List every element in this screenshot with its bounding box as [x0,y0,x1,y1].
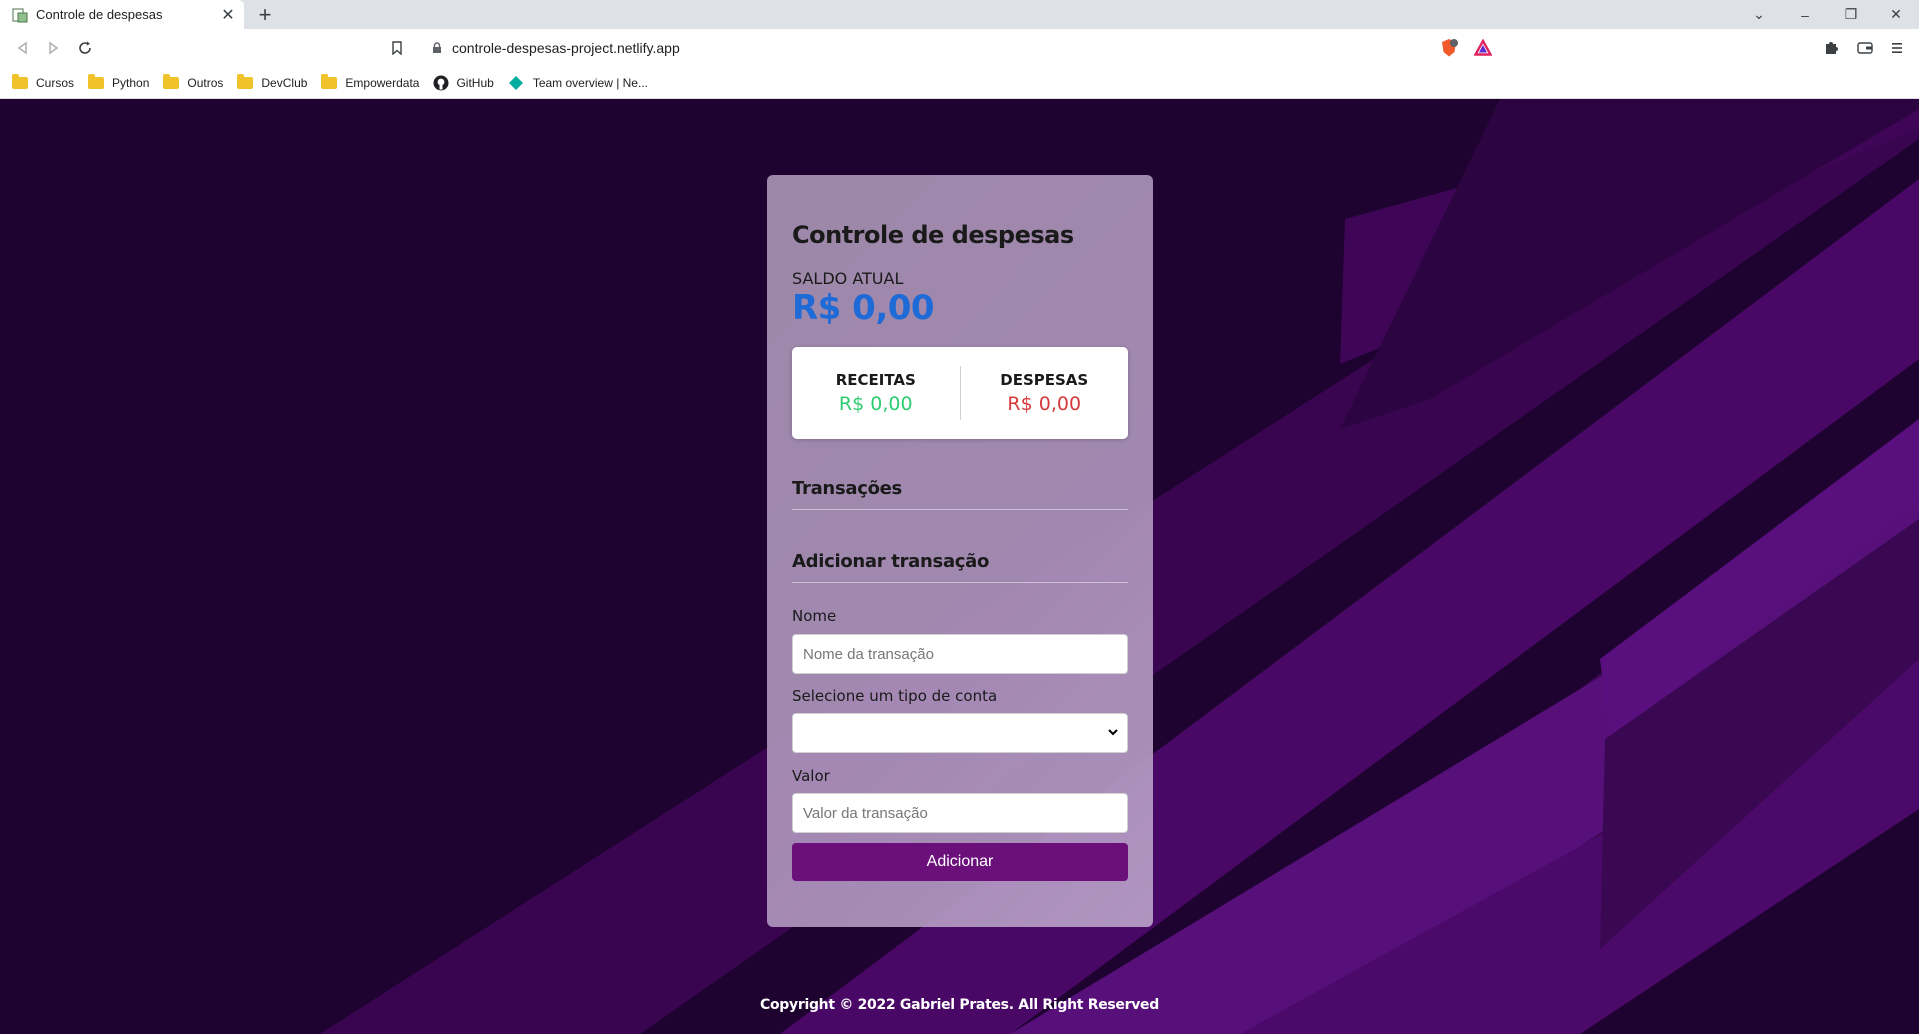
forward-button[interactable] [40,35,66,61]
brave-shield-icon [1442,39,1458,57]
app-title: Controle de despesas [792,221,1074,249]
folder-icon [321,73,338,89]
bookmark-devclub[interactable]: DevClub [237,73,308,90]
close-window-button[interactable]: ✕ [1873,0,1919,29]
folder-icon [163,73,180,89]
page-viewport: Controle de despesas SALDO ATUAL R$ 0,00… [0,99,1919,1034]
wallet-button[interactable] [1854,37,1876,59]
income-label: RECEITAS [835,371,916,389]
hamburger-menu-icon [1892,43,1902,53]
bookmark-label: DevClub [261,75,308,90]
url-text: controle-despesas-project.netlify.app [452,40,680,56]
folder-icon [237,73,254,89]
forward-arrow-icon [49,41,59,55]
expense-column: DESPESAS R$ 0,00 [961,371,1129,415]
add-transaction-button[interactable]: Adicionar [792,843,1128,881]
rewards-triangle-icon [1474,39,1492,56]
github-icon [433,75,449,90]
restore-button[interactable]: ❐ [1828,0,1874,29]
summary-box: RECEITAS R$ 0,00 DESPESAS R$ 0,00 [792,347,1128,439]
reload-icon [79,41,91,54]
bookmark-empowerdata[interactable]: Empowerdata [321,73,420,90]
expense-label: DESPESAS [1000,371,1089,389]
name-input[interactable] [792,634,1128,674]
page-favicon-icon [12,7,28,22]
bookmark-github[interactable]: GitHub [433,75,494,91]
lock-icon [433,42,441,53]
extensions-button[interactable] [1820,37,1842,59]
browser-toolbar: controle-despesas-project.netlify.app [0,29,1919,67]
reload-button[interactable] [72,35,98,61]
transactions-heading: Transações [792,478,1128,510]
bookmark-label: Python [112,75,150,90]
account-type-select[interactable] [792,713,1128,753]
back-button[interactable] [10,35,36,61]
expense-card: Controle de despesas SALDO ATUAL R$ 0,00… [767,175,1153,927]
bookmark-icon [392,41,402,55]
address-bar[interactable]: controle-despesas-project.netlify.app [420,33,1500,63]
bookmark-team-overview[interactable]: Team overview | Ne... [508,75,648,91]
close-tab-icon[interactable]: ✕ [216,3,240,27]
chevron-down-icon [1108,729,1118,736]
folder-icon [88,73,105,89]
bookmark-python[interactable]: Python [88,73,150,90]
name-label: Nome [792,607,837,625]
bookmark-label: Outros [187,75,224,90]
bookmark-page-button[interactable] [384,35,410,61]
back-arrow-icon [17,41,27,55]
income-value: R$ 0,00 [838,393,913,415]
new-tab-button[interactable]: + [252,2,278,28]
balance-label: SALDO ATUAL [792,269,904,288]
bookmark-outros[interactable]: Outros [163,73,224,90]
income-column: RECEITAS R$ 0,00 [792,371,960,415]
account-type-label: Selecione um tipo de conta [792,687,998,705]
bookmark-cursos[interactable]: Cursos [12,73,75,90]
tab-bar: Controle de despesas ✕ + ⌄ – ❐ ✕ [0,0,1919,29]
footer-copyright: Copyright © 2022 Gabriel Prates. All Rig… [760,997,1159,1013]
bookmark-label: Empowerdata [345,75,420,90]
minimize-button[interactable]: – [1782,0,1828,29]
expense-value: R$ 0,00 [1007,393,1082,415]
bookmark-label: Cursos [36,75,75,90]
tab-title: Controle de despesas [36,7,163,22]
bookmark-label: Team overview | Ne... [532,75,648,90]
menu-button[interactable] [1886,37,1908,59]
value-label: Valor [792,767,830,785]
brave-rewards-button[interactable] [1472,37,1494,59]
puzzle-icon [1826,42,1838,54]
balance-value: R$ 0,00 [792,288,935,328]
folder-icon [12,73,28,89]
wallet-icon [1857,42,1873,54]
brave-shields-button[interactable] [1438,37,1460,59]
bookmark-label: GitHub [456,75,494,90]
tab-search-button[interactable]: ⌄ [1736,0,1782,29]
value-input[interactable] [792,793,1128,833]
add-transaction-heading: Adicionar transação [792,551,1128,583]
diamond-icon [508,75,523,90]
bookmarks-bar: Cursos Python Outros DevClub Empowerdata… [0,67,1919,99]
browser-tab[interactable]: Controle de despesas ✕ [0,0,244,29]
